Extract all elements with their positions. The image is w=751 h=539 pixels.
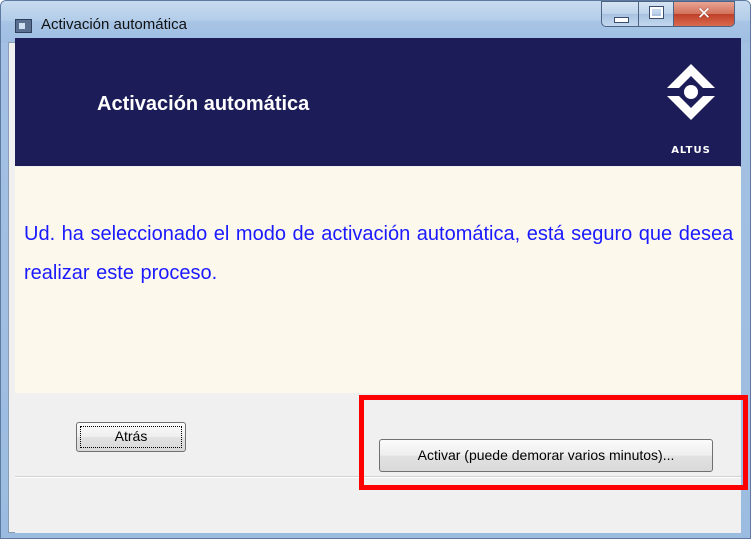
- maximize-icon: [649, 6, 664, 19]
- wizard-header: Activación automática ALTUS: [15, 38, 741, 166]
- minimize-icon: [614, 17, 629, 23]
- minimize-button[interactable]: [601, 1, 639, 27]
- header-title: Activación automática: [97, 93, 310, 115]
- altus-logo-text: ALTUS: [671, 145, 711, 156]
- annotation-highlight-box: [359, 395, 748, 490]
- message-panel: Ud. ha seleccionado el modo de activació…: [15, 167, 741, 393]
- close-icon: ✕: [696, 4, 712, 24]
- altus-diamond-icon: [667, 64, 715, 120]
- back-button[interactable]: Atrás: [76, 422, 186, 452]
- maximize-button[interactable]: [638, 1, 674, 27]
- focus-rectangle: [80, 426, 182, 448]
- title-bar[interactable]: Activación automática ✕: [1, 1, 750, 43]
- altus-logo: ALTUS: [667, 64, 715, 156]
- window-title: Activación automática: [41, 16, 187, 33]
- app-icon: [15, 19, 32, 33]
- close-button[interactable]: ✕: [673, 1, 735, 27]
- confirmation-message: Ud. ha seleccionado el modo de activació…: [24, 223, 734, 284]
